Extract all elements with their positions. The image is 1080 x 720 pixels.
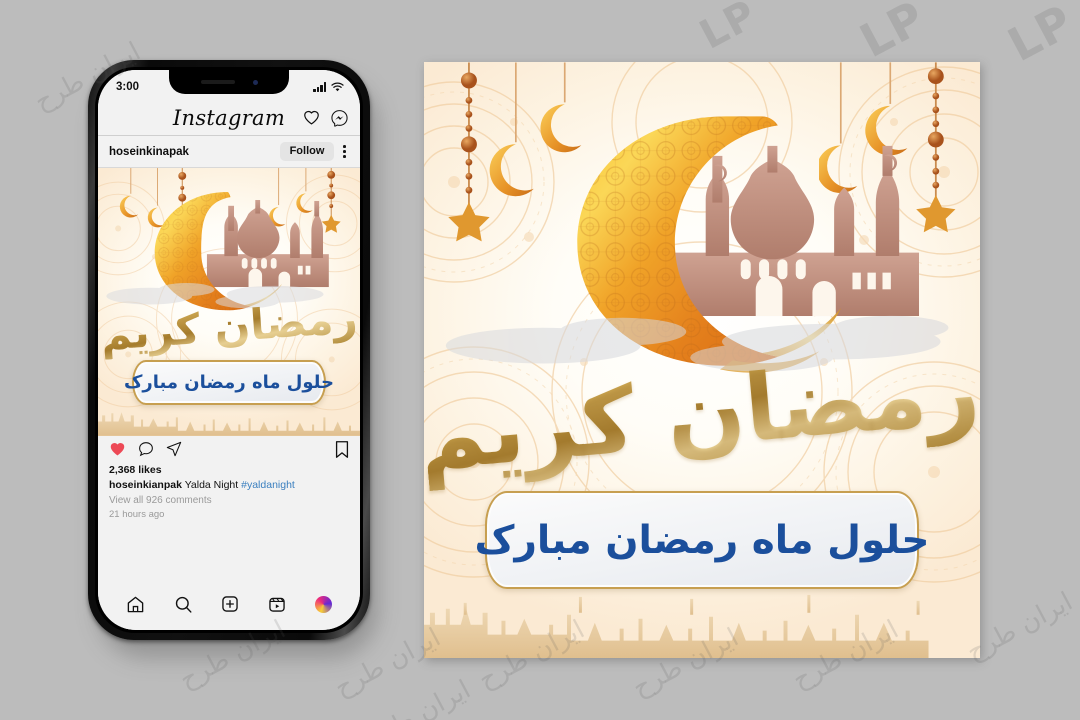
- phone-bezel: 3:00 Instagram hoseinkinapak Follow رمضا…: [95, 67, 363, 633]
- paper-plane-icon[interactable]: [166, 441, 182, 457]
- greeting-banner: حلول ماه رمضان مبارک: [124, 359, 334, 406]
- city-skyline-silhouette: [424, 594, 929, 658]
- heart-filled-icon[interactable]: [109, 441, 126, 457]
- search-icon[interactable]: [174, 595, 193, 614]
- city-skyline-silhouette: [98, 412, 360, 436]
- instagram-header: Instagram: [98, 100, 360, 136]
- bookmark-icon[interactable]: [335, 440, 349, 458]
- wifi-icon: [331, 82, 344, 92]
- hanging-star-ornament: [447, 62, 490, 242]
- greeting-banner-text: حلول ماه رمضان مبارک: [474, 517, 931, 563]
- instagram-logo[interactable]: Instagram: [173, 106, 285, 130]
- ramadan-poster[interactable]: رمضان كريم حلول ماه رمضان مبارک: [424, 62, 980, 658]
- plus-square-icon[interactable]: [221, 595, 239, 613]
- post-actions: [98, 436, 360, 462]
- earpiece-speaker: [200, 80, 235, 84]
- messenger-icon[interactable]: [331, 109, 348, 126]
- caption-username[interactable]: hoseinkianpak: [109, 479, 182, 491]
- watermark: ایران طرح: [359, 674, 476, 720]
- post-artwork: رمضان كريم حلول ماه رمضان مبارک: [98, 168, 360, 436]
- view-comments-link[interactable]: View all 926 comments: [109, 493, 349, 508]
- follow-button[interactable]: Follow: [279, 142, 335, 161]
- likes-count[interactable]: 2,368 likes: [109, 463, 349, 478]
- caption-text: Yalda Night: [184, 479, 239, 491]
- phone-mockup: 3:00 Instagram hoseinkinapak Follow رمضا…: [88, 60, 380, 658]
- post-caption: 2,368 likes hoseinkianpak Yalda Night #y…: [98, 462, 360, 586]
- status-bar-time: 3:00: [116, 81, 140, 93]
- caption-line: hoseinkianpak Yalda Night #yaldanight: [109, 478, 349, 493]
- post-timestamp: 21 hours ago: [109, 509, 165, 520]
- phone-notch: [169, 70, 289, 94]
- cellular-signal-icon: [313, 82, 326, 92]
- heart-icon[interactable]: [303, 110, 320, 126]
- home-icon[interactable]: [126, 595, 145, 614]
- caption-hashtag[interactable]: #yaldanight: [241, 479, 295, 491]
- watermark-logo: LP: [851, 0, 934, 69]
- front-camera: [252, 79, 258, 85]
- post-header: hoseinkinapak Follow: [98, 136, 360, 168]
- comment-bubble-icon[interactable]: [138, 441, 154, 457]
- reels-icon[interactable]: [268, 595, 286, 613]
- header-icons: [303, 109, 348, 126]
- bottom-nav: [98, 586, 360, 630]
- post-image[interactable]: رمضان كريم حلول ماه رمضان مبارک: [98, 168, 360, 436]
- avatar-icon[interactable]: [314, 595, 332, 613]
- greeting-banner: حلول ماه رمضان مبارک: [474, 491, 931, 590]
- greeting-banner-text: حلول ماه رمضان مبارک: [124, 371, 334, 393]
- phone-body: 3:00 Instagram hoseinkinapak Follow رمضا…: [88, 60, 370, 640]
- post-username[interactable]: hoseinkinapak: [109, 146, 280, 158]
- status-bar-indicators: [313, 82, 344, 92]
- poster-artwork: رمضان كريم حلول ماه رمضان مبارک: [424, 62, 980, 658]
- watermark-logo: LP: [692, 0, 765, 59]
- watermark-logo: LP: [999, 0, 1080, 73]
- phone-screen: 3:00 Instagram hoseinkinapak Follow رمضا…: [98, 70, 360, 630]
- kebab-menu-icon[interactable]: [334, 145, 350, 158]
